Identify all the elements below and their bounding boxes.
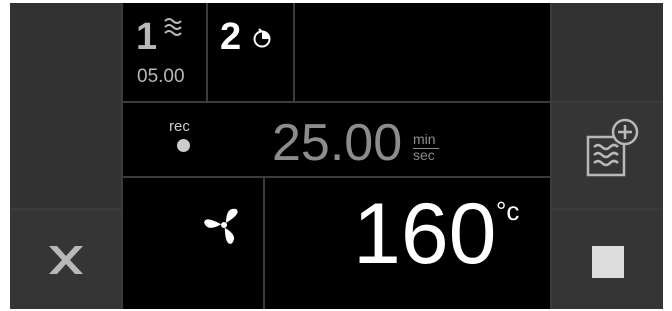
timer-value: 25.00 [272,114,403,172]
record-dot-icon [177,139,190,152]
right-empty-panel [552,3,663,101]
stop-square-icon [592,246,624,278]
program-step-2[interactable]: 2 [208,3,293,101]
cancel-button[interactable] [10,210,121,309]
fan-speed-control[interactable] [123,178,263,309]
program-step-empty[interactable] [295,3,550,101]
timer-unit-min: min [413,131,436,147]
temperature-control[interactable]: 160 °c [265,178,550,309]
add-steam-step-icon [585,117,641,179]
oven-control-panel: 1 05.00 2 rec 25.00 min sec 160 °c [10,3,663,309]
add-steam-step-button[interactable] [552,103,663,208]
timer-clock-icon [252,25,276,49]
cancel-x-icon [47,244,85,276]
program-step-1[interactable]: 1 05.00 [123,3,206,101]
timer-display[interactable]: rec 25.00 min sec [123,103,550,176]
step-1-time: 05.00 [137,66,185,87]
step-2-number: 2 [220,16,242,58]
timer-unit-sec: sec [413,147,435,163]
rec-label: rec [169,118,190,135]
steam-waves-icon [163,17,185,37]
temperature-value: 160 [353,186,497,282]
step-1-number: 1 [136,16,158,58]
left-empty-panel [10,3,121,208]
fan-icon [204,205,244,245]
stop-button[interactable] [552,210,663,309]
temperature-unit: °c [496,196,520,226]
